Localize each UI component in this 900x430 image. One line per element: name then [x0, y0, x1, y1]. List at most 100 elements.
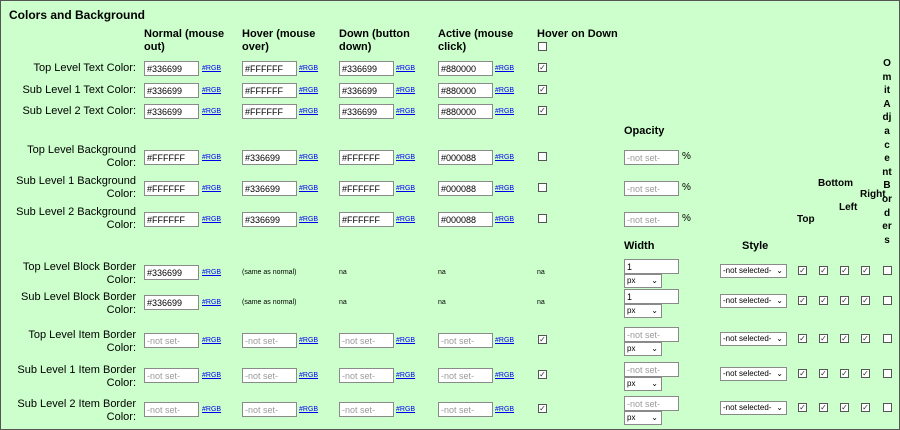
border-row-5-right-checkbox[interactable]	[861, 403, 870, 412]
border-row-4-left-checkbox[interactable]	[840, 369, 849, 378]
bg-row-2-down-rgb-link[interactable]: #RGB	[396, 185, 415, 192]
text-row-1-hover-rgb-link[interactable]: #RGB	[299, 65, 318, 72]
border-row-3-width-unit-select[interactable]: px ⌄	[624, 342, 662, 356]
border-row-5-omit-adjacent-checkbox[interactable]	[883, 403, 892, 412]
border-row-4-width-input[interactable]	[624, 362, 679, 377]
border-row-3-left-checkbox[interactable]	[840, 334, 849, 343]
border-row-3-omit-adjacent-checkbox[interactable]	[883, 334, 892, 343]
border-row-2-omit-adjacent-checkbox[interactable]	[883, 296, 892, 305]
border-row-1-normal-input[interactable]	[144, 265, 199, 280]
border-row-3-normal-rgb-link[interactable]: #RGB	[202, 337, 221, 344]
border-row-5-style-select[interactable]: -not selected- ⌄	[720, 401, 787, 415]
text-row-1-down-input[interactable]	[339, 61, 394, 76]
border-row-2-normal-rgb-link[interactable]: #RGB	[202, 299, 221, 306]
border-row-1-style-select[interactable]: -not selected- ⌄	[720, 264, 787, 278]
border-row-5-down-input[interactable]	[339, 402, 394, 417]
bg-row-3-hover-rgb-link[interactable]: #RGB	[299, 216, 318, 223]
border-row-1-normal-rgb-link[interactable]: #RGB	[202, 269, 221, 276]
border-row-3-width-input[interactable]	[624, 327, 679, 342]
border-row-3-right-checkbox[interactable]	[861, 334, 870, 343]
text-row-3-active-rgb-link[interactable]: #RGB	[495, 108, 514, 115]
text-row-1-normal-rgb-link[interactable]: #RGB	[202, 65, 221, 72]
bg-row-1-hover-input[interactable]	[242, 150, 297, 165]
border-row-2-left-checkbox[interactable]	[840, 296, 849, 305]
border-row-3-down-rgb-link[interactable]: #RGB	[396, 337, 415, 344]
text-row-1-hover-on-down-checkbox[interactable]	[538, 63, 547, 72]
text-row-2-hover-input[interactable]	[242, 83, 297, 98]
bg-row-3-active-rgb-link[interactable]: #RGB	[495, 216, 514, 223]
border-row-4-bottom-checkbox[interactable]	[819, 369, 828, 378]
border-row-4-down-rgb-link[interactable]: #RGB	[396, 372, 415, 379]
text-row-3-down-rgb-link[interactable]: #RGB	[396, 108, 415, 115]
border-row-5-active-rgb-link[interactable]: #RGB	[495, 406, 514, 413]
text-row-1-normal-input[interactable]	[144, 61, 199, 76]
border-row-1-left-checkbox[interactable]	[840, 266, 849, 275]
border-row-3-style-select[interactable]: -not selected- ⌄	[720, 332, 787, 346]
border-row-1-width-unit-select[interactable]: px ⌄	[624, 274, 662, 288]
text-row-3-normal-input[interactable]	[144, 104, 199, 119]
border-row-4-active-input[interactable]	[438, 368, 493, 383]
border-row-2-top-checkbox[interactable]	[798, 296, 807, 305]
border-row-4-hover-input[interactable]	[242, 368, 297, 383]
border-row-3-down-input[interactable]	[339, 333, 394, 348]
border-row-2-bottom-checkbox[interactable]	[819, 296, 828, 305]
text-row-3-normal-rgb-link[interactable]: #RGB	[202, 108, 221, 115]
text-row-2-hover-on-down-checkbox[interactable]	[538, 85, 547, 94]
border-row-4-down-input[interactable]	[339, 368, 394, 383]
text-row-1-active-input[interactable]	[438, 61, 493, 76]
text-row-2-active-rgb-link[interactable]: #RGB	[495, 87, 514, 94]
text-row-1-hover-input[interactable]	[242, 61, 297, 76]
border-row-3-hover-input[interactable]	[242, 333, 297, 348]
border-row-4-right-checkbox[interactable]	[861, 369, 870, 378]
bg-row-3-down-input[interactable]	[339, 212, 394, 227]
bg-row-1-active-input[interactable]	[438, 150, 493, 165]
text-row-3-down-input[interactable]	[339, 104, 394, 119]
bg-row-2-hover-on-down-checkbox[interactable]	[538, 183, 547, 192]
border-row-1-width-input[interactable]	[624, 259, 679, 274]
bg-row-3-hover-input[interactable]	[242, 212, 297, 227]
border-row-2-right-checkbox[interactable]	[861, 296, 870, 305]
text-row-1-down-rgb-link[interactable]: #RGB	[396, 65, 415, 72]
border-row-5-left-checkbox[interactable]	[840, 403, 849, 412]
border-row-5-normal-input[interactable]	[144, 402, 199, 417]
text-row-3-hover-on-down-checkbox[interactable]	[538, 106, 547, 115]
bg-row-1-normal-rgb-link[interactable]: #RGB	[202, 154, 221, 161]
border-row-5-down-rgb-link[interactable]: #RGB	[396, 406, 415, 413]
text-row-2-normal-input[interactable]	[144, 83, 199, 98]
border-row-5-bottom-checkbox[interactable]	[819, 403, 828, 412]
border-row-4-normal-rgb-link[interactable]: #RGB	[202, 372, 221, 379]
text-row-3-active-input[interactable]	[438, 104, 493, 119]
bg-row-1-down-input[interactable]	[339, 150, 394, 165]
border-row-4-hover-on-down-checkbox[interactable]	[538, 370, 547, 379]
border-row-5-width-input[interactable]	[624, 396, 679, 411]
bg-row-2-hover-rgb-link[interactable]: #RGB	[299, 185, 318, 192]
text-row-1-active-rgb-link[interactable]: #RGB	[495, 65, 514, 72]
border-row-3-normal-input[interactable]	[144, 333, 199, 348]
border-row-5-active-input[interactable]	[438, 402, 493, 417]
text-row-2-down-input[interactable]	[339, 83, 394, 98]
border-row-1-bottom-checkbox[interactable]	[819, 266, 828, 275]
border-row-4-active-rgb-link[interactable]: #RGB	[495, 372, 514, 379]
text-row-2-active-input[interactable]	[438, 83, 493, 98]
bg-row-1-opacity-input[interactable]	[624, 150, 679, 165]
border-row-4-style-select[interactable]: -not selected- ⌄	[720, 367, 787, 381]
bg-row-3-down-rgb-link[interactable]: #RGB	[396, 216, 415, 223]
bg-row-2-opacity-input[interactable]	[624, 181, 679, 196]
bg-row-2-normal-rgb-link[interactable]: #RGB	[202, 185, 221, 192]
hover-on-down-master-checkbox[interactable]	[538, 42, 547, 51]
border-row-4-width-unit-select[interactable]: px ⌄	[624, 377, 662, 391]
bg-row-1-normal-input[interactable]	[144, 150, 199, 165]
border-row-5-hover-on-down-checkbox[interactable]	[538, 404, 547, 413]
border-row-4-hover-rgb-link[interactable]: #RGB	[299, 372, 318, 379]
text-row-3-hover-input[interactable]	[242, 104, 297, 119]
border-row-2-width-unit-select[interactable]: px ⌄	[624, 304, 662, 318]
border-row-1-top-checkbox[interactable]	[798, 266, 807, 275]
border-row-1-omit-adjacent-checkbox[interactable]	[883, 266, 892, 275]
border-row-3-hover-rgb-link[interactable]: #RGB	[299, 337, 318, 344]
text-row-2-down-rgb-link[interactable]: #RGB	[396, 87, 415, 94]
text-row-2-hover-rgb-link[interactable]: #RGB	[299, 87, 318, 94]
bg-row-1-hover-on-down-checkbox[interactable]	[538, 152, 547, 161]
bg-row-1-down-rgb-link[interactable]: #RGB	[396, 154, 415, 161]
bg-row-2-normal-input[interactable]	[144, 181, 199, 196]
border-row-3-hover-on-down-checkbox[interactable]	[538, 335, 547, 344]
